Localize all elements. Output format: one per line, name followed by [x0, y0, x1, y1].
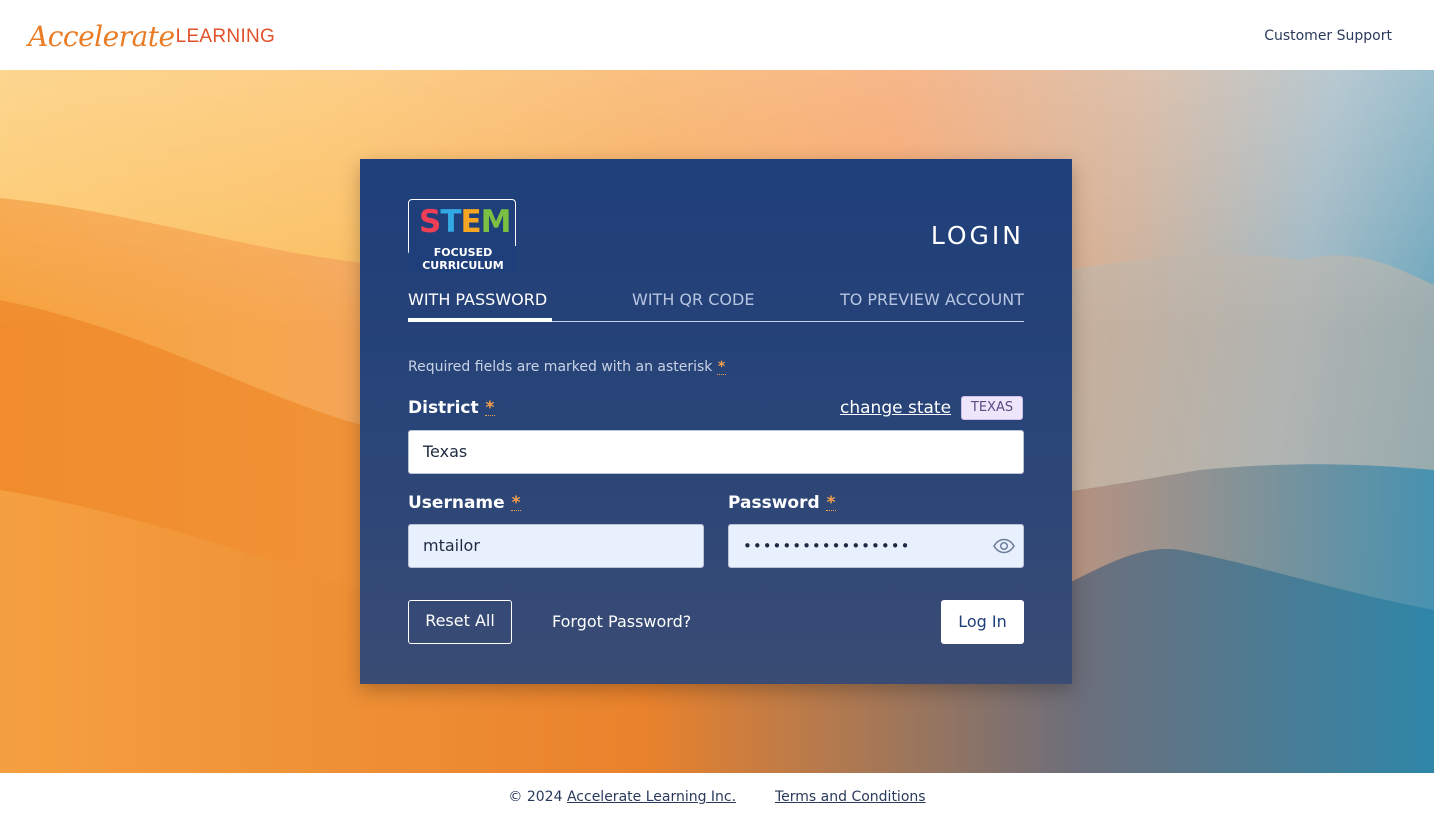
district-input[interactable]: Texas [408, 430, 1024, 474]
password-masked-value: ••••••••••••••••• [743, 537, 911, 555]
stem-subtitle: FOCUSED CURRICULUM [409, 246, 517, 272]
change-state-link[interactable]: change state [840, 398, 951, 418]
district-label: District [408, 398, 479, 418]
district-required-asterisk: * [484, 398, 496, 418]
stem-subtitle-line1: FOCUSED [433, 246, 493, 259]
password-required-asterisk: * [825, 493, 837, 513]
logo-script-text: Accelerate [28, 20, 175, 53]
stem-curriculum-logo: STEM FOCUSED CURRICULUM [408, 199, 517, 272]
log-in-button[interactable]: Log In [941, 600, 1024, 644]
stem-letter-s: S [419, 204, 441, 240]
stem-letter-m: M [480, 204, 512, 240]
stem-subtitle-line2: CURRICULUM [422, 259, 504, 272]
logo-caps-text: LEARNING [175, 26, 276, 47]
login-method-tabs: WITH PASSWORD WITH QR CODE TO PREVIEW AC… [408, 291, 1024, 322]
top-header: Accelerate LEARNING Customer Support [0, 0, 1434, 70]
reset-all-button[interactable]: Reset All [408, 600, 512, 644]
password-label-group: Password * [728, 493, 837, 513]
stem-wordmark: STEM [419, 204, 512, 240]
tab-with-password[interactable]: WITH PASSWORD [408, 291, 552, 322]
show-password-eye-icon[interactable] [993, 538, 1015, 554]
tab-preview-account[interactable]: TO PREVIEW ACCOUNT [840, 291, 1024, 322]
forgot-password-link[interactable]: Forgot Password? [552, 612, 691, 631]
required-asterisk: * [716, 359, 727, 375]
stem-letter-t: T [440, 204, 461, 240]
stem-letter-e: E [460, 204, 481, 240]
username-required-asterisk: * [510, 493, 522, 513]
username-label: Username [408, 493, 505, 513]
password-label: Password [728, 493, 820, 513]
terms-and-conditions-link[interactable]: Terms and Conditions [775, 789, 926, 805]
page-footer: © 2024 Accelerate Learning Inc. Terms an… [0, 773, 1434, 820]
accelerate-learning-logo[interactable]: Accelerate LEARNING [28, 18, 275, 54]
password-input[interactable]: ••••••••••••••••• [728, 524, 1024, 568]
copyright-text: © 2024 [508, 789, 563, 805]
login-title: LOGIN [930, 221, 1024, 250]
state-badge: TEXAS [961, 396, 1023, 420]
username-label-group: Username * [408, 493, 522, 513]
required-note-text: Required fields are marked with an aster… [408, 359, 713, 375]
tab-with-qr-code[interactable]: WITH QR CODE [632, 291, 754, 322]
username-input[interactable]: mtailor [408, 524, 704, 568]
customer-support-link[interactable]: Customer Support [1264, 28, 1392, 44]
company-link[interactable]: Accelerate Learning Inc. [567, 789, 736, 805]
footer-content: © 2024 Accelerate Learning Inc. Terms an… [0, 789, 1434, 805]
login-card: STEM FOCUSED CURRICULUM LOGIN WITH PASSW… [360, 159, 1072, 684]
required-fields-note: Required fields are marked with an aster… [408, 359, 727, 375]
district-label-group: District * [408, 398, 496, 418]
